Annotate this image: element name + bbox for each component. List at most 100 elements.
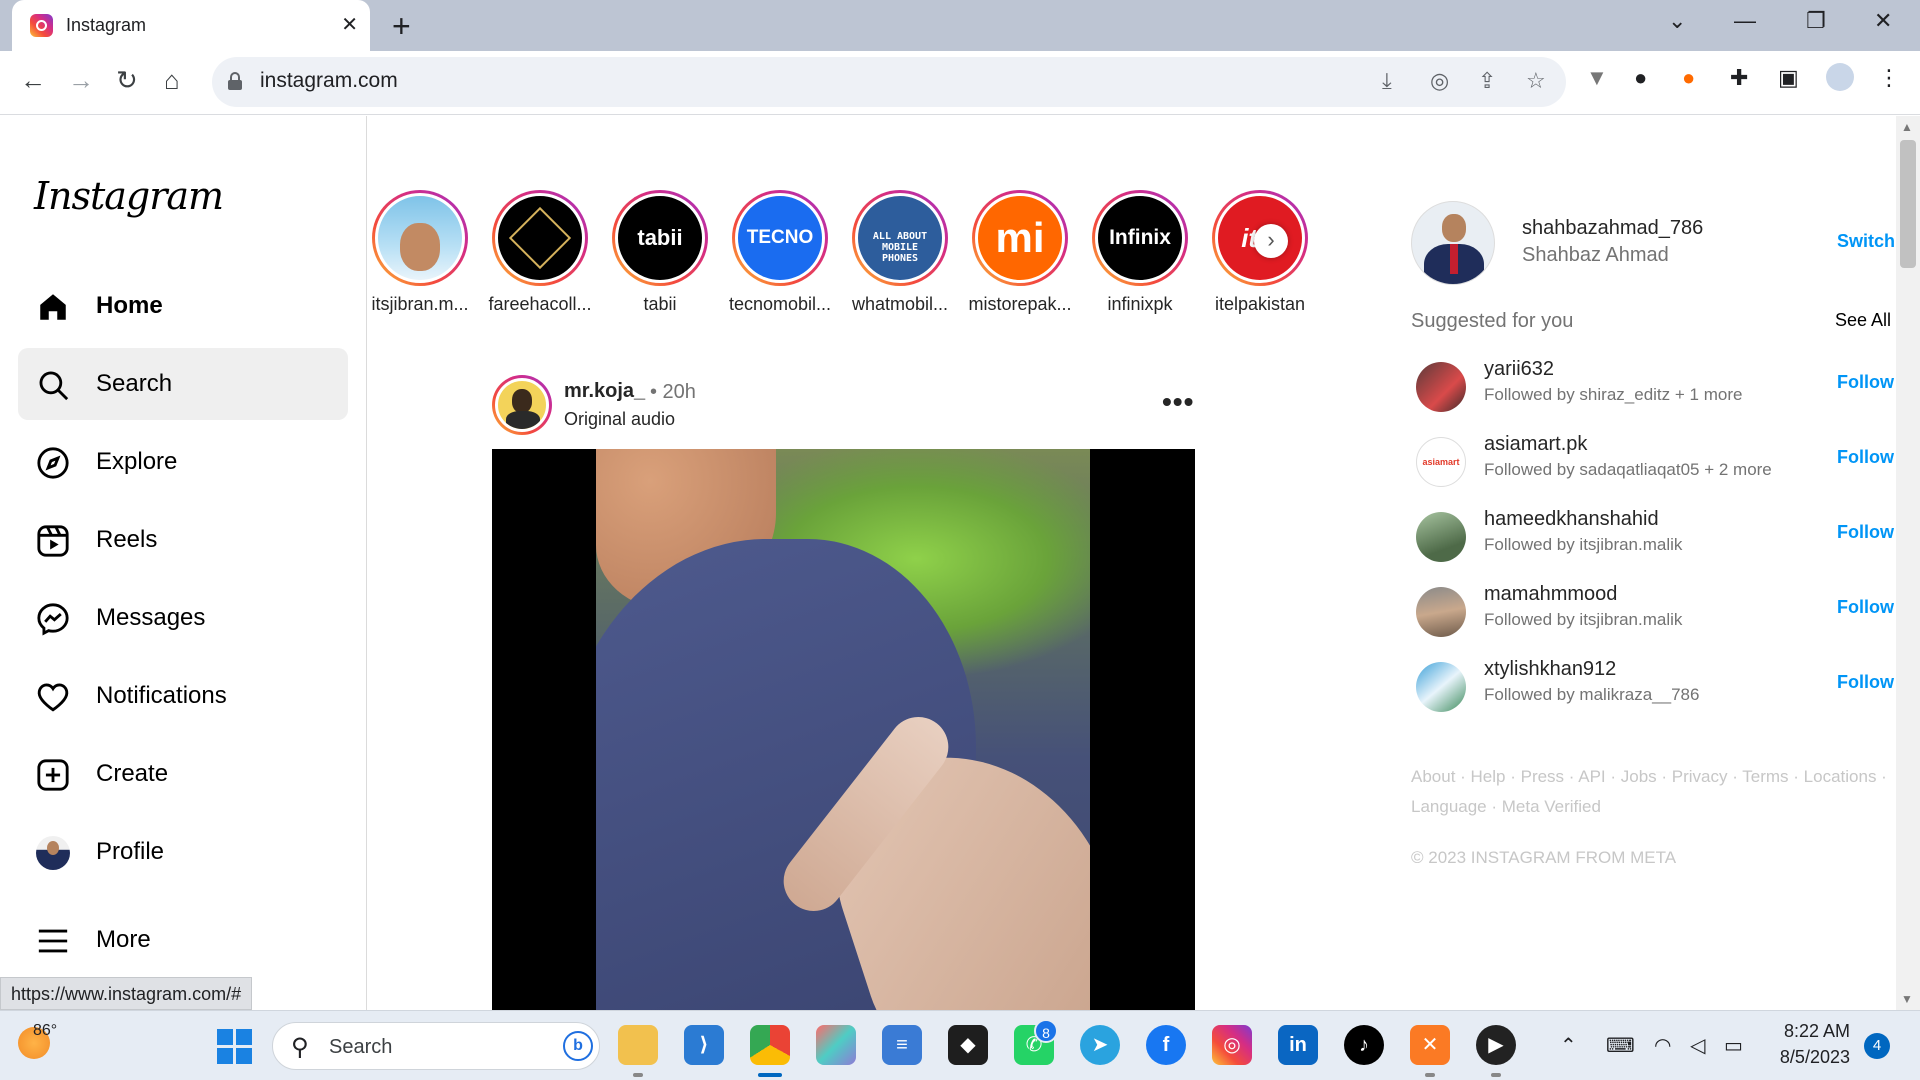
suggestion-avatar[interactable] bbox=[1416, 362, 1466, 412]
nav-notifications[interactable]: Notifications bbox=[18, 660, 348, 732]
story-item[interactable]: mi mistorepak... bbox=[965, 190, 1075, 315]
eye-off-icon[interactable]: ◎ bbox=[1430, 68, 1449, 94]
stories-next-button[interactable]: › bbox=[1254, 224, 1288, 258]
battery-icon[interactable]: ▭ bbox=[1724, 1033, 1743, 1058]
switch-account-button[interactable]: Switch bbox=[1837, 231, 1895, 252]
story-item[interactable]: fareehacoll... bbox=[485, 190, 595, 315]
post-video[interactable] bbox=[492, 449, 1195, 1010]
telegram-icon[interactable]: ➤ bbox=[1080, 1025, 1120, 1065]
suggestion-username[interactable]: yarii632 bbox=[1484, 358, 1554, 381]
close-window-button[interactable]: ✕ bbox=[1874, 8, 1892, 34]
media-player-icon[interactable]: ▶ bbox=[1476, 1025, 1516, 1077]
forward-button[interactable]: → bbox=[68, 65, 94, 96]
post-audio-link[interactable]: Original audio bbox=[564, 409, 675, 430]
story-item[interactable]: Infinix infinixpk bbox=[1085, 190, 1195, 315]
suggestion-username[interactable]: xtylishkhan912 bbox=[1484, 658, 1616, 681]
post-username[interactable]: mr.koja_ bbox=[564, 380, 645, 403]
weather-temperature[interactable]: 86° bbox=[33, 1022, 57, 1040]
see-all-link[interactable]: See All bbox=[1835, 310, 1891, 331]
chrome-icon[interactable] bbox=[750, 1025, 790, 1077]
tab-close-button[interactable]: ✕ bbox=[341, 12, 358, 37]
story-item[interactable]: TECNO tecnomobil... bbox=[725, 190, 835, 315]
windows-start-icon[interactable] bbox=[217, 1029, 253, 1065]
suggestion-avatar[interactable] bbox=[1416, 662, 1466, 712]
story-avatar: ALL ABOUT MOBILE PHONES bbox=[855, 193, 945, 283]
extensions-puzzle-icon[interactable]: ✚ bbox=[1730, 65, 1748, 91]
post-author-avatar[interactable] bbox=[492, 375, 552, 435]
suggestion-avatar[interactable] bbox=[1416, 587, 1466, 637]
follow-button[interactable]: Follow bbox=[1837, 597, 1894, 618]
back-button[interactable]: ← bbox=[20, 65, 46, 96]
app-icon[interactable] bbox=[816, 1025, 856, 1065]
file-explorer-icon[interactable] bbox=[618, 1025, 658, 1077]
footer-links[interactable]: About · Help · Press · API · Jobs · Priv… bbox=[1411, 762, 1891, 822]
notification-center-badge[interactable]: 4 bbox=[1864, 1033, 1890, 1059]
browser-tab[interactable]: Instagram ✕ bbox=[12, 0, 370, 51]
url-text[interactable]: instagram.com bbox=[260, 69, 398, 93]
omnibox[interactable]: instagram.com ⤓ ◎ ⇪ ☆ bbox=[212, 57, 1566, 107]
show-hidden-icons-chevron-icon[interactable]: ⌃ bbox=[1560, 1033, 1577, 1058]
suggestion-username[interactable]: hameedkhanshahid bbox=[1484, 508, 1659, 531]
follow-button[interactable]: Follow bbox=[1837, 672, 1894, 693]
follow-button[interactable]: Follow bbox=[1837, 522, 1894, 543]
story-item[interactable]: ALL ABOUT MOBILE PHONES whatmobil... bbox=[845, 190, 955, 315]
linkedin-icon[interactable]: in bbox=[1278, 1025, 1318, 1065]
browser-menu-icon[interactable]: ⋮ bbox=[1878, 65, 1900, 91]
scroll-up-arrow[interactable]: ▲ bbox=[1901, 120, 1913, 134]
xampp-icon[interactable]: ✕ bbox=[1410, 1025, 1450, 1077]
vuejs-extension-icon[interactable]: ▼ bbox=[1586, 65, 1608, 91]
nav-messages[interactable]: Messages bbox=[18, 582, 348, 654]
suggestion-username[interactable]: mamahmmood bbox=[1484, 583, 1617, 606]
clock-time[interactable]: 8:22 AM bbox=[1780, 1021, 1850, 1042]
current-username[interactable]: shahbazahmad_786 bbox=[1522, 217, 1703, 240]
nav-explore[interactable]: Explore bbox=[18, 426, 348, 498]
instagram-icon[interactable]: ◎ bbox=[1212, 1025, 1252, 1065]
link-status-bubble: https://www.instagram.com/# bbox=[0, 977, 253, 1010]
keyboard-icon[interactable]: ⌨ bbox=[1606, 1033, 1635, 1058]
side-panel-icon[interactable]: ▣ bbox=[1778, 65, 1799, 91]
lock-icon[interactable] bbox=[228, 72, 242, 90]
new-tab-button[interactable]: + bbox=[392, 8, 411, 45]
bookmark-star-icon[interactable]: ☆ bbox=[1526, 68, 1546, 94]
suggestion-avatar[interactable]: asiamart bbox=[1416, 437, 1466, 487]
wifi-icon[interactable]: ◠ bbox=[1654, 1033, 1671, 1058]
facebook-icon[interactable]: f bbox=[1146, 1025, 1186, 1065]
notepad-icon[interactable]: ≡ bbox=[882, 1025, 922, 1065]
minimize-button[interactable]: — bbox=[1734, 8, 1756, 34]
nav-more[interactable]: More bbox=[18, 904, 348, 976]
current-user-avatar[interactable] bbox=[1411, 201, 1495, 285]
reload-button[interactable]: ↻ bbox=[116, 65, 138, 96]
scroll-down-arrow[interactable]: ▼ bbox=[1901, 992, 1913, 1006]
json-extension-icon[interactable]: ● bbox=[1634, 65, 1647, 91]
nav-home[interactable]: Home bbox=[18, 270, 348, 342]
bing-icon[interactable]: b bbox=[563, 1031, 593, 1061]
suggestion-avatar[interactable] bbox=[1416, 512, 1466, 562]
tiktok-icon[interactable]: ♪ bbox=[1344, 1025, 1384, 1065]
taskbar-search[interactable]: ⚲ Search b bbox=[272, 1022, 600, 1070]
story-item[interactable]: tabii tabii bbox=[605, 190, 715, 315]
post-time[interactable]: • 20h bbox=[650, 381, 696, 404]
scrollbar-thumb[interactable] bbox=[1900, 140, 1916, 268]
nav-reels[interactable]: Reels bbox=[18, 504, 348, 576]
nav-profile[interactable]: Profile bbox=[18, 816, 348, 888]
figma-icon[interactable]: ◆ bbox=[948, 1025, 988, 1065]
nav-search[interactable]: Search bbox=[18, 348, 348, 420]
restore-button[interactable]: ❐ bbox=[1806, 8, 1826, 34]
volume-icon[interactable]: ◁ bbox=[1690, 1033, 1705, 1058]
tab-search-icon[interactable]: ⌄ bbox=[1668, 8, 1686, 34]
suggestion-username[interactable]: asiamart.pk bbox=[1484, 433, 1587, 456]
post-options-button[interactable]: ••• bbox=[1162, 386, 1194, 418]
current-full-name: Shahbaz Ahmad bbox=[1522, 244, 1669, 266]
profile-avatar[interactable] bbox=[1826, 63, 1854, 91]
home-button[interactable]: ⌂ bbox=[164, 65, 180, 96]
share-icon[interactable]: ⇪ bbox=[1478, 68, 1496, 94]
orange-extension-icon[interactable]: ● bbox=[1682, 65, 1695, 91]
vscode-icon[interactable]: ⟩ bbox=[684, 1025, 724, 1065]
story-item[interactable]: itsjibran.m... bbox=[365, 190, 475, 315]
install-app-icon[interactable]: ⤓ bbox=[1382, 68, 1392, 94]
instagram-logo[interactable]: Instagram bbox=[34, 174, 224, 218]
follow-button[interactable]: Follow bbox=[1837, 372, 1894, 393]
clock-date[interactable]: 8/5/2023 bbox=[1762, 1047, 1850, 1068]
follow-button[interactable]: Follow bbox=[1837, 447, 1894, 468]
nav-create[interactable]: Create bbox=[18, 738, 348, 810]
